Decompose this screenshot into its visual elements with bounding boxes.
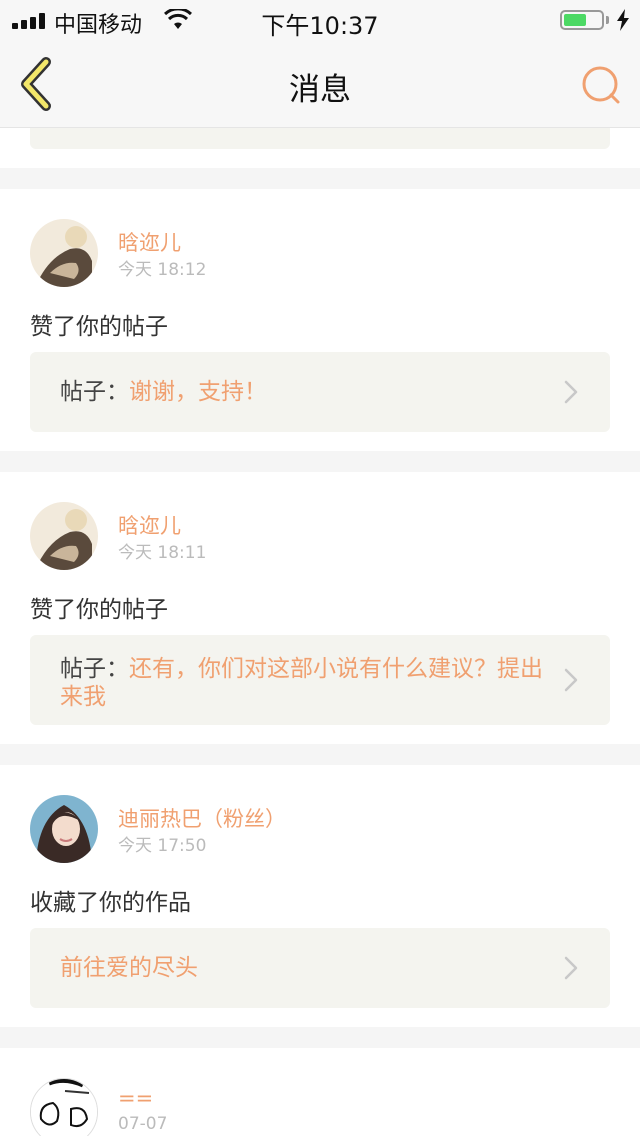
post-text: 帖子：谢谢，支持！ <box>60 378 550 406</box>
post-link[interactable]: 帖子：谢谢，支持！ <box>30 352 610 432</box>
work-title: 前往爱的尽头 <box>60 955 198 981</box>
work-link[interactable]: 前往爱的尽头 <box>30 928 610 1008</box>
list-item[interactable]: 晗迩儿 今天 18:11 赞了你的帖子 帖子：还有，你们对这部小说有什么建议？提… <box>0 472 640 744</box>
chevron-right-icon <box>564 956 578 980</box>
search-icon[interactable] <box>576 60 626 110</box>
list-item[interactable]: 晗迩儿 今天 18:12 赞了你的帖子 帖子：谢谢，支持！ <box>0 189 640 451</box>
user-name[interactable]: 晗迩儿 <box>118 227 181 257</box>
nav-bar: 消息 <box>0 40 640 128</box>
action-text: 赞了你的帖子 <box>30 597 168 623</box>
list-item[interactable]: == 07-07 <box>0 1048 640 1136</box>
avatar[interactable] <box>30 502 98 570</box>
timestamp: 今天 18:11 <box>118 543 207 563</box>
list-item[interactable]: 迪丽热巴（粉丝） 今天 17:50 收藏了你的作品 前往爱的尽头 <box>0 765 640 1027</box>
action-text: 收藏了你的作品 <box>30 890 191 916</box>
status-bar: 中国移动 下午10:37 <box>0 0 640 40</box>
avatar[interactable] <box>30 1078 98 1136</box>
list-item-partial <box>0 128 640 168</box>
post-title: 还有，你们对这部小说有什么建议？提出来我 <box>60 656 543 710</box>
page-title: 消息 <box>289 72 351 108</box>
battery-icon <box>560 10 604 30</box>
message-list[interactable]: 晗迩儿 今天 18:12 赞了你的帖子 帖子：谢谢，支持！ 晗迩儿 今天 18:… <box>0 128 640 1136</box>
avatar[interactable] <box>30 219 98 287</box>
battery-tip <box>606 16 609 24</box>
user-name[interactable]: 晗迩儿 <box>118 510 181 540</box>
timestamp: 07-07 <box>118 1114 168 1134</box>
status-time: 下午10:37 <box>261 12 379 40</box>
post-title: 谢谢，支持！ <box>129 379 267 405</box>
charging-bolt-icon <box>617 9 629 31</box>
timestamp: 今天 18:12 <box>118 260 207 280</box>
battery-level <box>564 14 586 26</box>
user-name[interactable]: == <box>118 1086 153 1110</box>
post-link[interactable]: 帖子：还有，你们对这部小说有什么建议？提出来我 <box>30 635 610 725</box>
action-text: 赞了你的帖子 <box>30 314 168 340</box>
post-text: 帖子：还有，你们对这部小说有什么建议？提出来我 <box>60 655 550 711</box>
post-prefix: 帖子： <box>60 379 129 405</box>
chevron-right-icon <box>564 668 578 692</box>
chevron-right-icon <box>564 380 578 404</box>
post-prefix: 帖子： <box>60 656 129 682</box>
avatar[interactable] <box>30 795 98 863</box>
post-box <box>30 128 610 149</box>
timestamp: 今天 17:50 <box>118 836 207 856</box>
user-name[interactable]: 迪丽热巴（粉丝） <box>118 803 286 833</box>
